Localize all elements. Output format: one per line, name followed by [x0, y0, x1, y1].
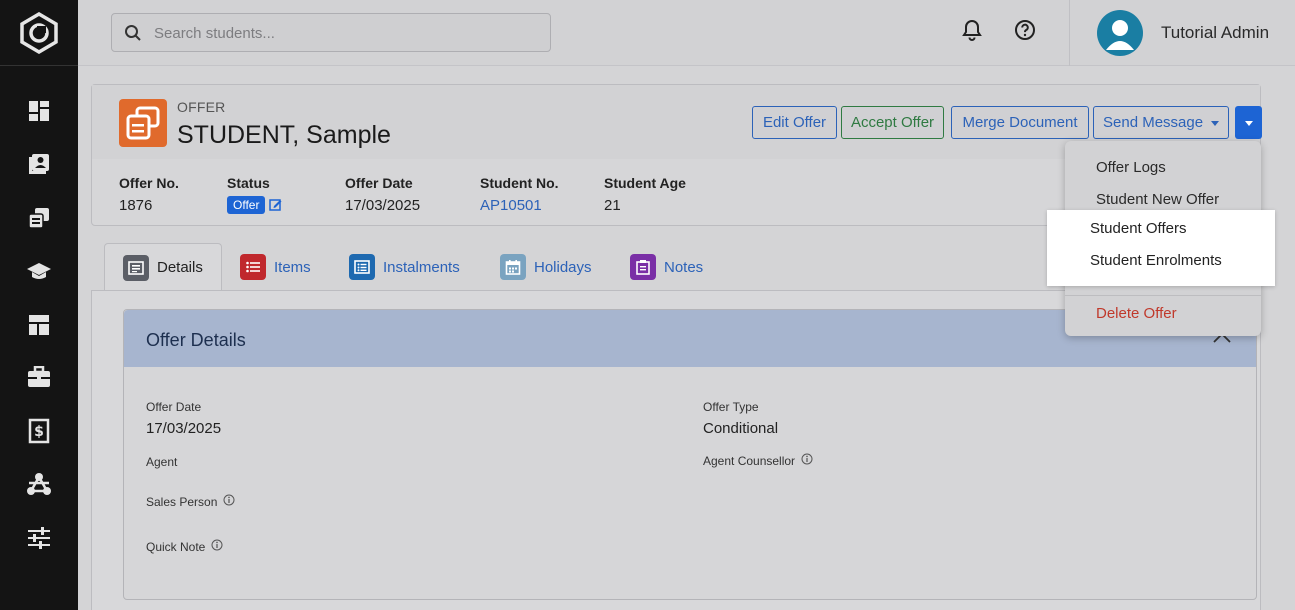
details-icon	[123, 254, 149, 281]
user-name[interactable]: Tutorial Admin	[1161, 23, 1269, 43]
field-offer-date: Offer Date 17/03/2025	[345, 175, 420, 214]
send-message-label: Send Message	[1103, 114, 1204, 131]
tab-notes[interactable]: Notes	[630, 243, 703, 291]
menu-item-delete-offer[interactable]: Delete Offer	[1096, 305, 1177, 322]
menu-item-student-new-offer[interactable]: Student New Offer	[1096, 191, 1219, 208]
menu-item-offer-logs[interactable]: Offer Logs	[1096, 159, 1166, 176]
tab-items[interactable]: Items	[240, 243, 311, 291]
field-student-no: Student No. AP10501	[480, 175, 559, 214]
avatar[interactable]	[1097, 10, 1143, 56]
notification-bell-icon[interactable]	[960, 18, 984, 47]
svg-text:$: $	[34, 424, 44, 440]
detail-offer-date: Offer Date 17/03/2025	[146, 400, 221, 437]
status-badge: Offer	[227, 196, 266, 214]
page-title: STUDENT, Sample	[177, 121, 391, 149]
offer-date-value: 17/03/2025	[345, 197, 421, 214]
offer-kicker: OFFER	[177, 99, 226, 115]
field-student-age: Student Age 21	[604, 175, 686, 214]
offer-no-label: Offer No.	[119, 175, 179, 191]
detail-offer-date-label: Offer Date	[146, 400, 202, 414]
tab-notes-label: Notes	[664, 258, 704, 276]
items-list-icon	[240, 254, 266, 280]
briefcase-icon[interactable]	[24, 362, 54, 392]
tab-details-label: Details	[157, 259, 203, 276]
tab-items-label: Items	[274, 258, 311, 276]
student-no-label: Student No.	[480, 175, 559, 191]
detail-sales-person-label: Sales Person	[146, 494, 218, 509]
field-status: Status Offer	[227, 175, 282, 215]
edit-offer-button[interactable]: Edit Offer	[752, 106, 837, 139]
settings-sliders-icon[interactable]	[24, 523, 54, 553]
search-box[interactable]	[111, 13, 551, 52]
tab-details[interactable]: Details	[104, 243, 222, 291]
merge-document-button[interactable]: Merge Document	[951, 106, 1089, 139]
menu-item-student-enrolments[interactable]: Student Enrolments	[1090, 252, 1222, 269]
field-offer-no: Offer No. 1876	[119, 175, 179, 214]
chevron-down-icon	[1211, 114, 1220, 131]
highlighted-menu-group: Student Offers Student Enrolments	[1047, 210, 1275, 286]
detail-quick-note-label: Quick Note	[146, 539, 206, 554]
student-no-link[interactable]: AP10501	[480, 197, 559, 214]
sidebar: $	[0, 0, 78, 610]
offer-date-label: Offer Date	[345, 175, 413, 191]
send-message-button[interactable]: Send Message	[1093, 106, 1229, 139]
students-icon[interactable]	[24, 149, 54, 179]
help-icon[interactable]	[1013, 18, 1037, 47]
detail-agent-label: Agent	[146, 455, 178, 469]
more-actions-button[interactable]	[1235, 106, 1262, 139]
app-logo[interactable]	[0, 0, 78, 66]
edit-status-icon[interactable]	[269, 198, 282, 215]
tab-holidays[interactable]: Holidays	[500, 243, 592, 291]
detail-offer-type: Offer Type Conditional	[703, 400, 778, 437]
info-icon[interactable]	[801, 453, 813, 468]
status-label: Status	[227, 175, 270, 191]
menu-item-student-offers[interactable]: Student Offers	[1090, 220, 1186, 237]
tab-holidays-label: Holidays	[534, 258, 592, 276]
menu-divider	[1065, 295, 1261, 296]
network-icon[interactable]	[24, 469, 54, 499]
instalments-icon	[349, 254, 375, 280]
finance-icon[interactable]: $	[24, 416, 54, 446]
info-icon[interactable]	[223, 494, 235, 509]
notes-icon	[630, 254, 656, 280]
detail-sales-person: Sales Person	[146, 494, 235, 509]
offer-icon	[119, 99, 167, 147]
detail-agent-counsellor: Agent Counsellor	[703, 453, 813, 468]
courses-icon[interactable]	[24, 256, 54, 286]
offer-details-section: Offer Details Offer Date 17/03/2025 Offe…	[123, 309, 1257, 600]
accept-offer-button[interactable]: Accept Offer	[841, 106, 944, 139]
dashboard-icon[interactable]	[24, 96, 54, 126]
detail-agent-counsellor-label: Agent Counsellor	[703, 453, 796, 468]
search-icon	[124, 24, 142, 47]
calendar-icon	[500, 254, 526, 280]
detail-offer-type-value: Conditional	[703, 420, 779, 437]
offer-details-title: Offer Details	[146, 330, 246, 350]
detail-quick-note: Quick Note	[146, 539, 223, 554]
tab-instalments-label: Instalments	[383, 258, 460, 276]
top-bar: Tutorial Admin	[78, 0, 1295, 66]
top-divider	[1069, 0, 1070, 66]
caret-down-icon	[1244, 114, 1253, 132]
info-icon[interactable]	[211, 539, 223, 554]
search-input[interactable]	[154, 23, 534, 43]
tab-instalments[interactable]: Instalments	[349, 243, 460, 291]
layout-icon[interactable]	[24, 310, 54, 340]
offers-icon[interactable]	[24, 203, 54, 233]
detail-agent: Agent	[146, 455, 177, 469]
student-age-label: Student Age	[604, 175, 686, 191]
offer-no-value: 1876	[119, 197, 153, 214]
detail-offer-date-value: 17/03/2025	[146, 420, 222, 437]
detail-offer-type-label: Offer Type	[703, 400, 759, 414]
app-logo-icon	[20, 11, 58, 54]
student-age-value: 21	[604, 197, 621, 214]
